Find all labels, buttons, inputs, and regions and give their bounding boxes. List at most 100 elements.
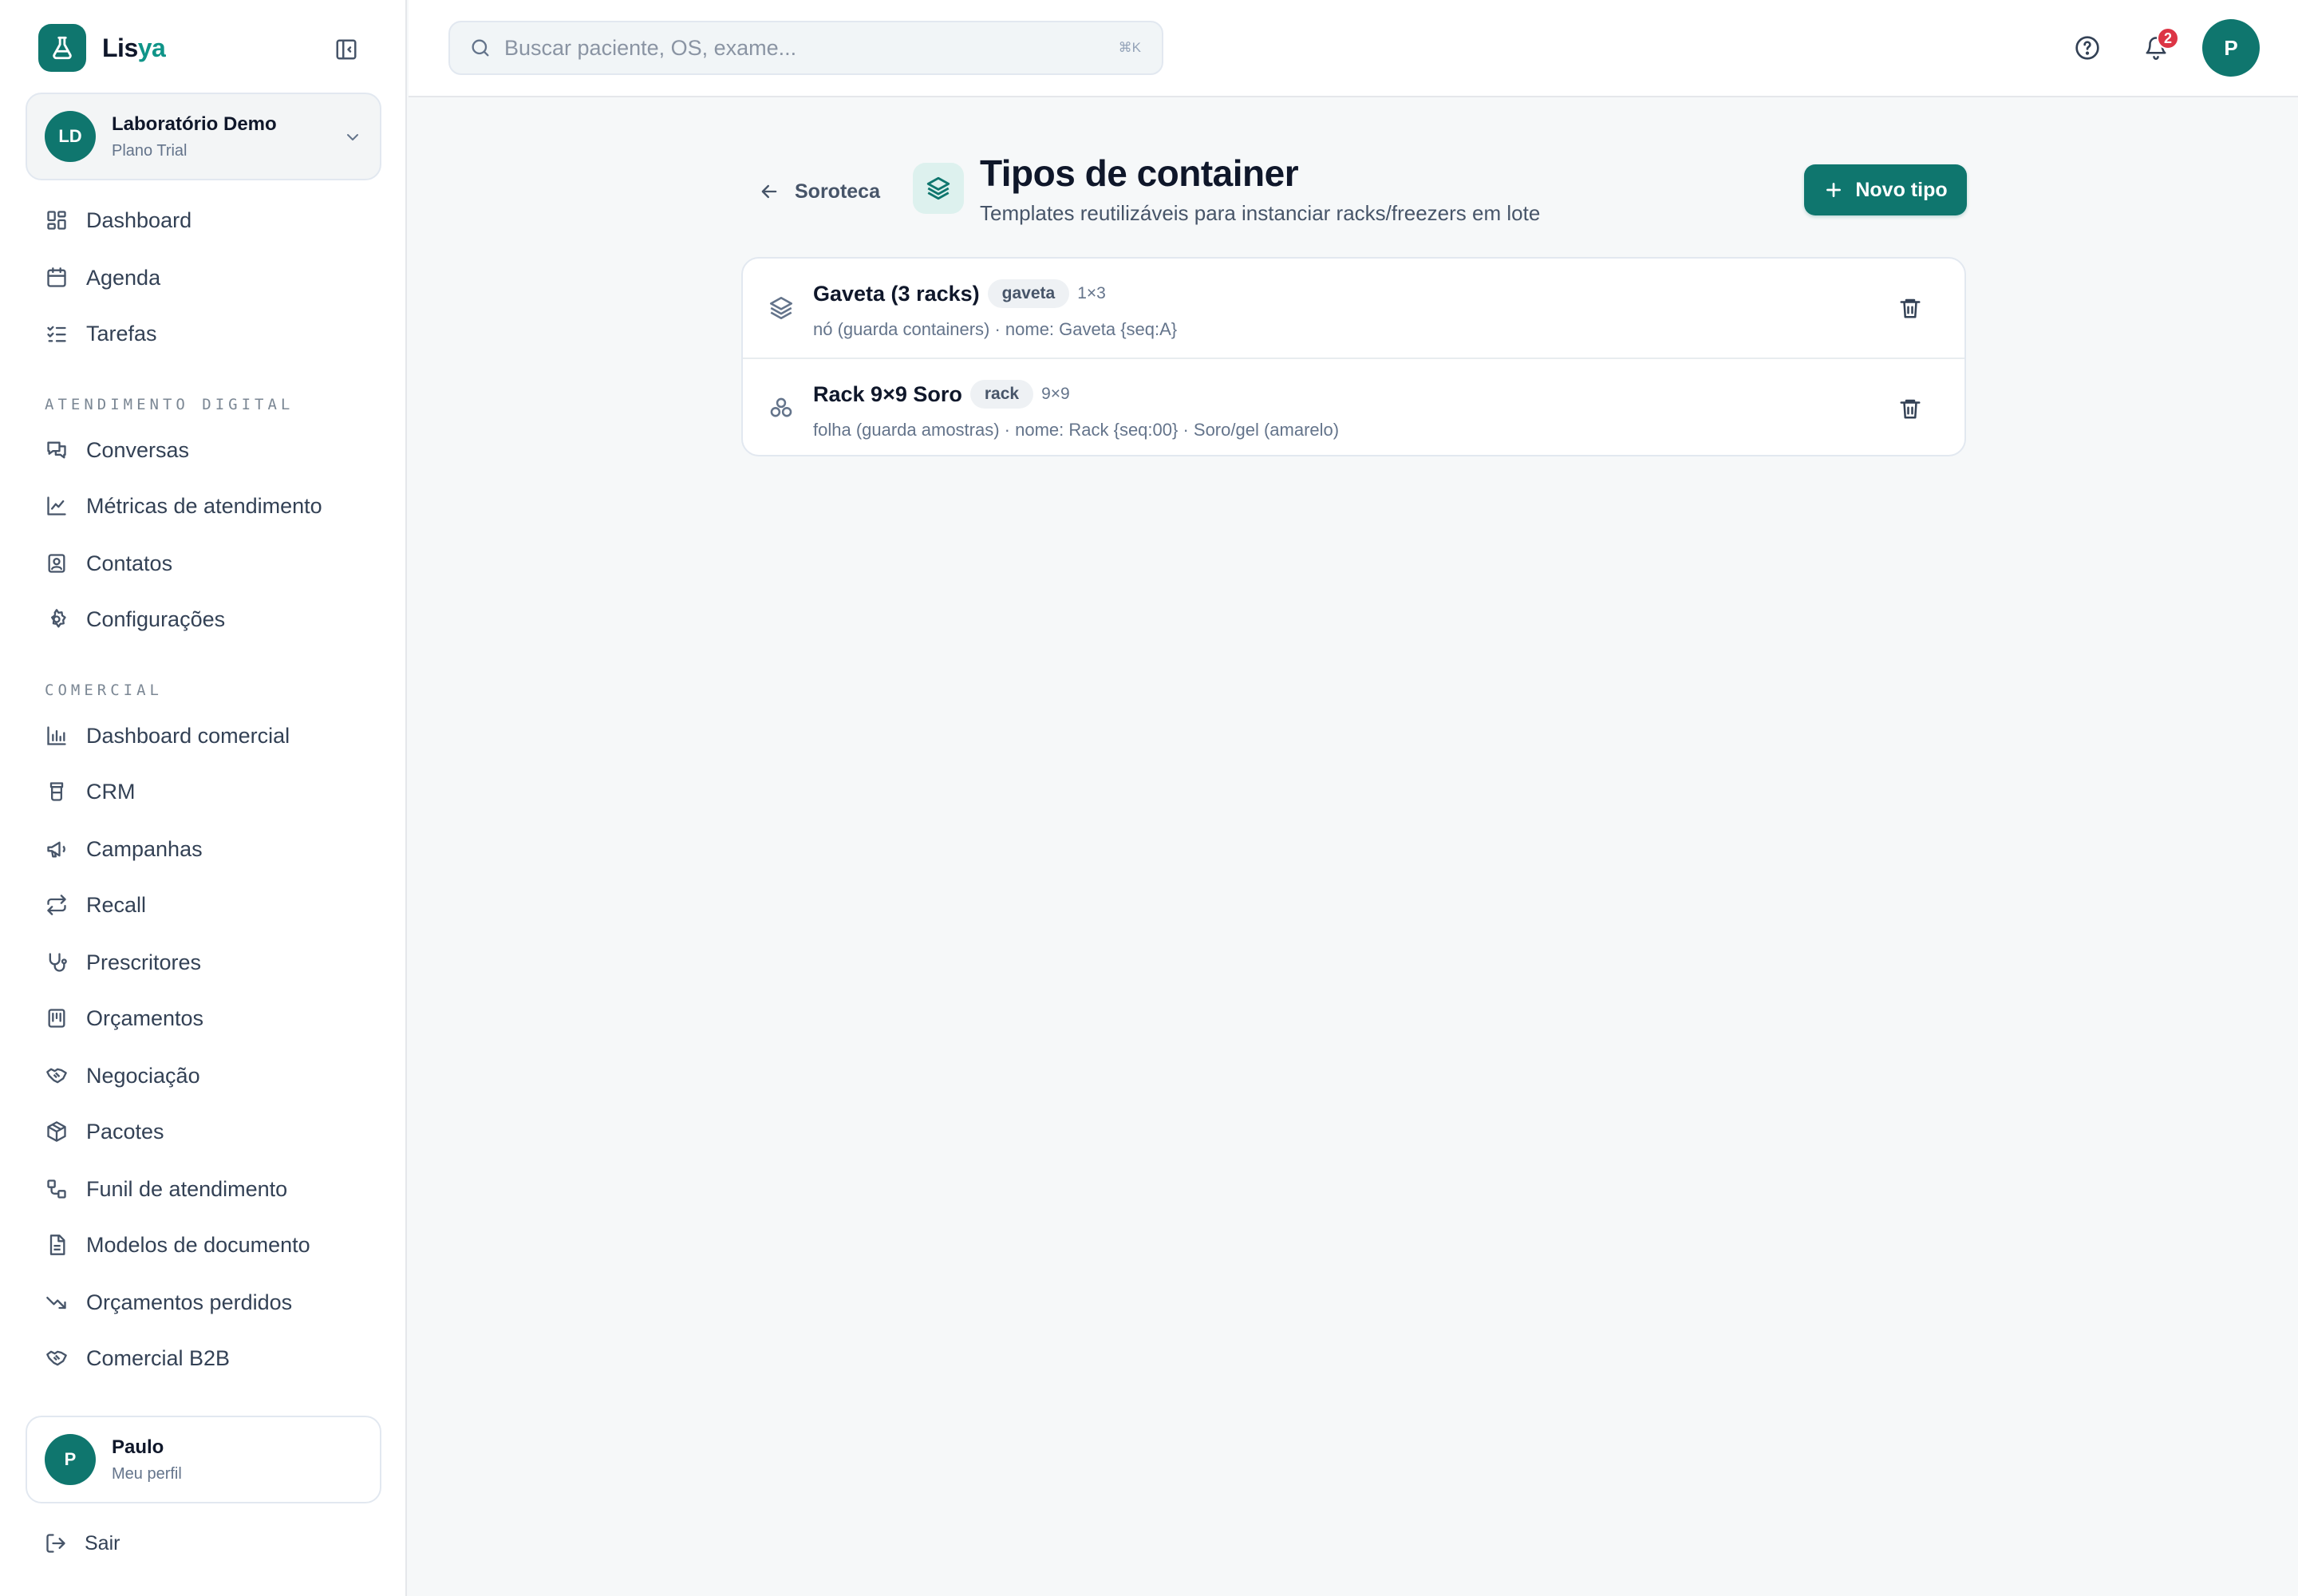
trash-icon [1900, 399, 1921, 419]
container-dimensions: 1×3 [1077, 284, 1106, 302]
line-chart-icon [45, 494, 69, 518]
sidebar-item-configuracoes[interactable]: Configurações [26, 595, 381, 643]
gear-icon [45, 607, 69, 631]
sidebar-item-label: Agenda [86, 265, 161, 290]
sidebar-item-negociacao[interactable]: Negociação [26, 1052, 381, 1100]
sidebar-item-prescritores[interactable]: Prescritores [26, 938, 381, 986]
notification-count-badge: 2 [2157, 27, 2179, 49]
flask-icon [38, 24, 86, 72]
sidebar-item-campanhas[interactable]: Campanhas [26, 825, 381, 873]
sidebar-item-dashboard[interactable]: Dashboard [26, 196, 381, 244]
tubes-icon [767, 394, 796, 423]
receipt-icon [45, 1006, 69, 1030]
org-avatar: LD [45, 111, 96, 162]
container-type-list: Gaveta (3 racks) gaveta 1×3 nó (guarda c… [741, 257, 1966, 456]
container-kind-badge: gaveta [987, 279, 1070, 308]
org-name: Laboratório Demo [112, 113, 277, 135]
sidebar-item-recall[interactable]: Recall [26, 881, 381, 929]
sidebar-item-label: Configurações [86, 606, 226, 631]
topbar: ⌘K 2 P [409, 0, 2298, 97]
stethoscope-icon [45, 950, 69, 974]
search-icon [472, 39, 489, 57]
container-type-description: nó (guarda containers) · nome: Gaveta {s… [813, 319, 1178, 339]
sidebar-item-agenda[interactable]: Agenda [26, 254, 381, 302]
funnel-icon [45, 1177, 69, 1201]
handshake-icon [45, 1064, 69, 1088]
calendar-icon [45, 266, 69, 290]
dashboard-icon [45, 208, 69, 232]
profile-subtitle: Meu perfil [112, 1464, 182, 1483]
search-bar[interactable]: ⌘K [448, 21, 1163, 75]
org-switcher[interactable]: LD Laboratório Demo Plano Trial [26, 93, 381, 180]
sidebar-item-conversas[interactable]: Conversas [26, 426, 381, 474]
bar-chart-icon [45, 724, 69, 748]
document-icon [45, 1233, 69, 1257]
page-title: Tipos de container [980, 152, 1299, 194]
section-label-comercial: COMERCIAL [45, 681, 163, 699]
handshake-icon [45, 1346, 69, 1370]
page-header: Soroteca Tipos de container Templates re… [742, 152, 1967, 231]
brand-name: Lisya [102, 33, 166, 62]
sidebar-item-label: Conversas [86, 437, 190, 462]
sidebar-item-crm[interactable]: CRM [26, 768, 381, 816]
container-kind-badge: rack [969, 380, 1034, 409]
list-item[interactable]: Rack 9×9 Soro rack 9×9 folha (guarda amo… [743, 358, 1964, 455]
logout-button[interactable]: Sair [26, 1519, 381, 1567]
panel-collapse-icon [336, 39, 357, 60]
help-icon [2075, 36, 2099, 60]
sidebar-item-metricas[interactable]: Métricas de atendimento [26, 482, 381, 530]
delete-button[interactable] [1893, 290, 1928, 326]
section-label-atendimento-digital: ATENDIMENTO DIGITAL [45, 396, 294, 413]
layers-icon [913, 163, 964, 214]
org-plan: Plano Trial [112, 141, 188, 160]
chat-icon [45, 438, 69, 462]
help-button[interactable] [2065, 26, 2110, 70]
page-subtitle: Templates reutilizáveis para instanciar … [980, 201, 1541, 225]
sidebar-item-label: Orçamentos [86, 1005, 204, 1030]
sidebar-item-orcamentos-perdidos[interactable]: Orçamentos perdidos [26, 1278, 381, 1326]
container-type-name: Gaveta (3 racks) [813, 281, 980, 306]
plus-icon [1826, 183, 1842, 197]
delete-button[interactable] [1893, 391, 1928, 426]
trash-icon [1900, 298, 1921, 318]
profile-card[interactable]: P Paulo Meu perfil [26, 1416, 381, 1503]
sidebar-item-pacotes[interactable]: Pacotes [26, 1108, 381, 1156]
sidebar-item-tarefas[interactable]: Tarefas [26, 310, 381, 358]
logout-icon [45, 1532, 67, 1555]
checklist-icon [45, 322, 69, 346]
megaphone-icon [45, 837, 69, 861]
crm-icon [45, 780, 69, 804]
repeat-icon [45, 893, 69, 917]
back-link[interactable]: Soroteca [758, 176, 880, 207]
notifications-button[interactable]: 2 [2134, 26, 2179, 70]
user-avatar[interactable]: P [2202, 19, 2260, 77]
sidebar-item-label: Pacotes [86, 1119, 164, 1144]
profile-name: Paulo [112, 1436, 164, 1458]
new-type-button[interactable]: Novo tipo [1804, 164, 1967, 215]
sidebar-item-label: Dashboard [86, 207, 192, 232]
sidebar-item-label: Recall [86, 892, 147, 917]
sidebar-item-label: Negociação [86, 1063, 200, 1088]
sidebar-item-label: Prescritores [86, 950, 202, 974]
trending-down-icon [45, 1290, 69, 1314]
sidebar-item-label: Dashboard comercial [86, 723, 290, 748]
arrow-left-icon [761, 184, 777, 199]
sidebar-item-label: Tarefas [86, 321, 157, 346]
sidebar-item-orcamentos[interactable]: Orçamentos [26, 994, 381, 1042]
container-dimensions: 9×9 [1041, 385, 1070, 403]
sidebar-collapse-button[interactable] [330, 35, 362, 64]
sidebar-item-dashboard-comercial[interactable]: Dashboard comercial [26, 712, 381, 760]
sidebar-item-label: Métricas de atendimento [86, 493, 322, 518]
sidebar-item-comercial-b2b[interactable]: Comercial B2B [26, 1334, 381, 1382]
sidebar-item-label: Comercial B2B [86, 1345, 231, 1370]
sidebar-item-funil[interactable]: Funil de atendimento [26, 1165, 381, 1213]
sidebar-item-modelos-documento[interactable]: Modelos de documento [26, 1221, 381, 1269]
brand[interactable]: Lisya [38, 24, 166, 72]
search-input[interactable] [504, 35, 1063, 61]
sidebar-item-label: Contatos [86, 551, 173, 575]
list-item[interactable]: Gaveta (3 racks) gaveta 1×3 nó (guarda c… [743, 259, 1964, 358]
sidebar-item-label: Modelos de documento [86, 1232, 310, 1257]
sidebar-item-contatos[interactable]: Contatos [26, 539, 381, 587]
container-type-name: Rack 9×9 Soro [813, 381, 962, 406]
sidebar-item-label: CRM [86, 779, 136, 804]
